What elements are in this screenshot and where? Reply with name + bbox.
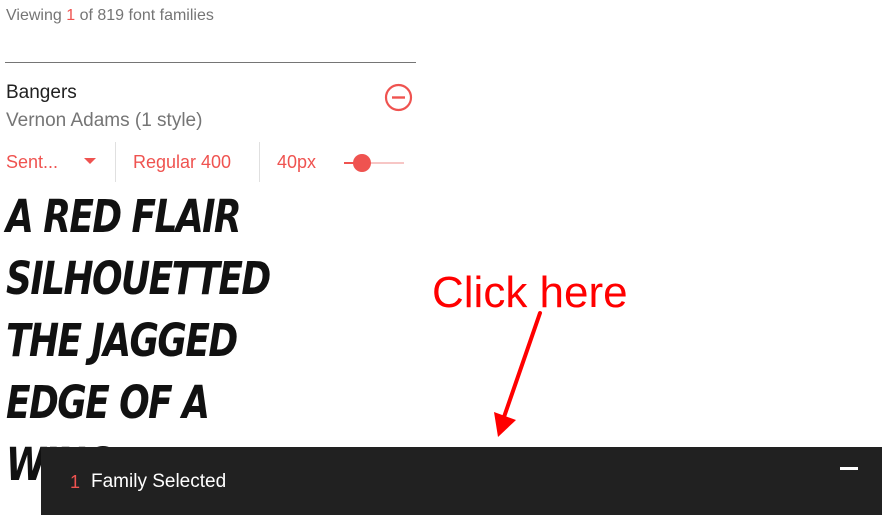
font-designer: Vernon Adams (1 style) — [6, 110, 203, 131]
divider — [5, 62, 416, 63]
font-size-value: 40px — [277, 152, 317, 172]
control-separator — [115, 142, 116, 182]
sample-text-selector[interactable]: Sent... — [6, 142, 106, 182]
annotation-arrow — [494, 311, 542, 437]
font-controls: Sent... Regular 400 40px — [0, 142, 416, 182]
viewing-suffix: of 819 font families — [79, 7, 214, 24]
sample-text-selector-label: Sent... — [6, 152, 59, 172]
font-weight-selector[interactable]: Regular 400 — [133, 142, 231, 182]
viewing-prefix: Viewing — [6, 7, 62, 24]
slider-thumb[interactable] — [353, 154, 371, 172]
remove-family-button[interactable] — [384, 83, 413, 112]
viewing-count: 1 — [66, 7, 76, 24]
control-separator — [259, 142, 260, 182]
minus-circle-icon — [384, 83, 413, 112]
caret-down-icon — [84, 158, 96, 164]
font-family-name[interactable]: Bangers — [6, 82, 77, 104]
viewing-summary: Viewing 1 of 819 font families — [6, 7, 214, 25]
selected-count: 1 — [70, 472, 81, 492]
font-size-slider[interactable] — [344, 152, 404, 174]
minus-icon[interactable] — [840, 467, 858, 470]
selected-label: Family Selected — [91, 471, 227, 492]
selection-drawer[interactable]: 1 Family Selected — [41, 447, 882, 515]
